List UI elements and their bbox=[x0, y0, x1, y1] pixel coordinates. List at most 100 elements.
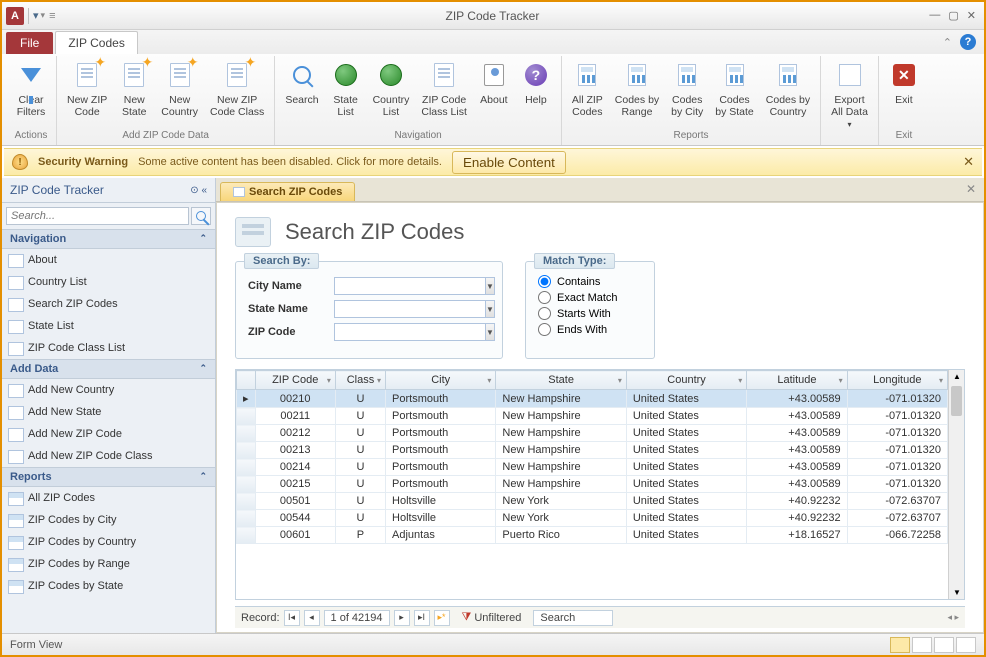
exit-button[interactable]: ✕Exit bbox=[883, 56, 925, 128]
nav-item[interactable]: All ZIP Codes bbox=[2, 487, 215, 509]
cell[interactable]: -071.01320 bbox=[847, 442, 947, 459]
record-position[interactable]: 1 of 42194 bbox=[324, 610, 390, 626]
cell[interactable]: U bbox=[335, 390, 385, 408]
cell[interactable]: Portsmouth bbox=[386, 408, 496, 425]
cell[interactable]: 00210 bbox=[255, 390, 335, 408]
row-selector[interactable] bbox=[237, 408, 256, 425]
cell[interactable]: +40.92232 bbox=[747, 510, 847, 527]
clear-filters-button[interactable]: Clear Filters bbox=[10, 56, 52, 128]
security-warning-message[interactable]: Some active content has been disabled. C… bbox=[138, 156, 442, 168]
close-security-icon[interactable]: ✕ bbox=[963, 154, 974, 170]
nav-item[interactable]: ZIP Codes by Country bbox=[2, 531, 215, 553]
datasheet-view-button[interactable] bbox=[912, 637, 932, 653]
row-selector[interactable] bbox=[237, 527, 256, 544]
cell[interactable]: United States bbox=[626, 510, 746, 527]
cell[interactable]: Portsmouth bbox=[386, 442, 496, 459]
row-selector[interactable] bbox=[237, 493, 256, 510]
city-name-input[interactable] bbox=[334, 277, 485, 295]
cell[interactable]: United States bbox=[626, 527, 746, 544]
cell[interactable]: +18.16527 bbox=[747, 527, 847, 544]
cell[interactable]: -071.01320 bbox=[847, 476, 947, 493]
tab-zip-codes[interactable]: ZIP Codes bbox=[55, 31, 137, 54]
cell[interactable]: P bbox=[335, 527, 385, 544]
cell[interactable]: -071.01320 bbox=[847, 390, 947, 408]
cell[interactable]: +43.00589 bbox=[747, 390, 847, 408]
row-selector-header[interactable] bbox=[237, 371, 256, 390]
doc-tab-search-zip-codes[interactable]: Search ZIP Codes bbox=[220, 182, 355, 201]
cell[interactable]: United States bbox=[626, 390, 746, 408]
state-list-button[interactable]: State List bbox=[325, 56, 367, 128]
cell[interactable]: Holtsville bbox=[386, 510, 496, 527]
nav-item[interactable]: Add New State bbox=[2, 401, 215, 423]
sort-icon[interactable]: ▾ bbox=[839, 376, 843, 385]
help-icon[interactable]: ? bbox=[960, 34, 976, 50]
cell[interactable]: -071.01320 bbox=[847, 425, 947, 442]
sort-icon[interactable]: ▾ bbox=[377, 376, 381, 385]
column-header[interactable]: Class▾ bbox=[335, 371, 385, 390]
table-row[interactable]: 00501UHoltsvilleNew YorkUnited States+40… bbox=[237, 493, 948, 510]
nav-item[interactable]: Add New ZIP Code bbox=[2, 423, 215, 445]
table-row[interactable]: 00215UPortsmouthNew HampshireUnited Stat… bbox=[237, 476, 948, 493]
column-header[interactable]: City▾ bbox=[386, 371, 496, 390]
cell[interactable]: U bbox=[335, 442, 385, 459]
access-app-icon[interactable]: A bbox=[6, 7, 24, 25]
sort-icon[interactable]: ▾ bbox=[618, 376, 622, 385]
cell[interactable]: 00544 bbox=[255, 510, 335, 527]
close-icon[interactable]: ✕ bbox=[967, 9, 976, 22]
cell[interactable]: U bbox=[335, 476, 385, 493]
horizontal-scrollbar[interactable]: ◂ ▸ bbox=[947, 612, 959, 623]
column-header[interactable]: Country▾ bbox=[626, 371, 746, 390]
row-selector[interactable] bbox=[237, 425, 256, 442]
navgroup-add-data[interactable]: Add Data⌃ bbox=[2, 359, 215, 379]
row-selector[interactable] bbox=[237, 510, 256, 527]
layout-view-button[interactable] bbox=[934, 637, 954, 653]
cell[interactable]: +43.00589 bbox=[747, 459, 847, 476]
cell[interactable]: 00501 bbox=[255, 493, 335, 510]
cell[interactable]: United States bbox=[626, 459, 746, 476]
column-header[interactable]: State▾ bbox=[496, 371, 626, 390]
navpane-title[interactable]: ZIP Code Tracker ⊙ « bbox=[2, 178, 215, 203]
cell[interactable]: -072.63707 bbox=[847, 510, 947, 527]
new-state-button[interactable]: ✦ New State bbox=[113, 56, 155, 128]
cell[interactable]: +43.00589 bbox=[747, 442, 847, 459]
cell[interactable]: New Hampshire bbox=[496, 408, 626, 425]
navpane-search-button[interactable] bbox=[191, 207, 211, 225]
nav-item[interactable]: Search ZIP Codes bbox=[2, 293, 215, 315]
cell[interactable]: -071.01320 bbox=[847, 459, 947, 476]
table-row[interactable]: 00213UPortsmouthNew HampshireUnited Stat… bbox=[237, 442, 948, 459]
new-zip-class-button[interactable]: ✦ New ZIP Code Class bbox=[204, 56, 270, 128]
save-icon[interactable]: ▾ bbox=[33, 9, 39, 22]
column-header[interactable]: ZIP Code▾ bbox=[255, 371, 335, 390]
record-search-box[interactable]: Search bbox=[533, 610, 613, 626]
nav-item[interactable]: About bbox=[2, 249, 215, 271]
codes-by-range-button[interactable]: Codes by Range bbox=[609, 56, 665, 128]
country-list-button[interactable]: Country List bbox=[367, 56, 416, 128]
cell[interactable]: New York bbox=[496, 493, 626, 510]
cell[interactable]: United States bbox=[626, 476, 746, 493]
row-selector[interactable]: ▸ bbox=[237, 390, 256, 408]
cell[interactable]: United States bbox=[626, 493, 746, 510]
cell[interactable]: Portsmouth bbox=[386, 425, 496, 442]
navgroup-navigation[interactable]: Navigation⌃ bbox=[2, 229, 215, 249]
cell[interactable]: United States bbox=[626, 408, 746, 425]
cell[interactable]: 00215 bbox=[255, 476, 335, 493]
table-row[interactable]: 00214UPortsmouthNew HampshireUnited Stat… bbox=[237, 459, 948, 476]
cell[interactable]: +40.92232 bbox=[747, 493, 847, 510]
vertical-scrollbar[interactable]: ▲▼ bbox=[948, 370, 964, 599]
table-row[interactable]: 00212UPortsmouthNew HampshireUnited Stat… bbox=[237, 425, 948, 442]
cell[interactable]: New Hampshire bbox=[496, 425, 626, 442]
cell[interactable]: 00213 bbox=[255, 442, 335, 459]
match-starts-radio[interactable] bbox=[538, 307, 551, 320]
cell[interactable]: United States bbox=[626, 442, 746, 459]
nav-item[interactable]: Add New ZIP Code Class bbox=[2, 445, 215, 467]
first-record-button[interactable]: I◂ bbox=[284, 610, 300, 626]
cell[interactable]: 00212 bbox=[255, 425, 335, 442]
navpane-search-input[interactable] bbox=[6, 207, 189, 225]
minimize-icon[interactable]: — bbox=[929, 9, 940, 22]
cell[interactable]: Portsmouth bbox=[386, 390, 496, 408]
sort-icon[interactable]: ▾ bbox=[738, 376, 742, 385]
match-contains-radio[interactable] bbox=[538, 275, 551, 288]
cell[interactable]: U bbox=[335, 408, 385, 425]
nav-item[interactable]: ZIP Codes by State bbox=[2, 575, 215, 597]
codes-by-country-button[interactable]: Codes by Country bbox=[760, 56, 816, 128]
